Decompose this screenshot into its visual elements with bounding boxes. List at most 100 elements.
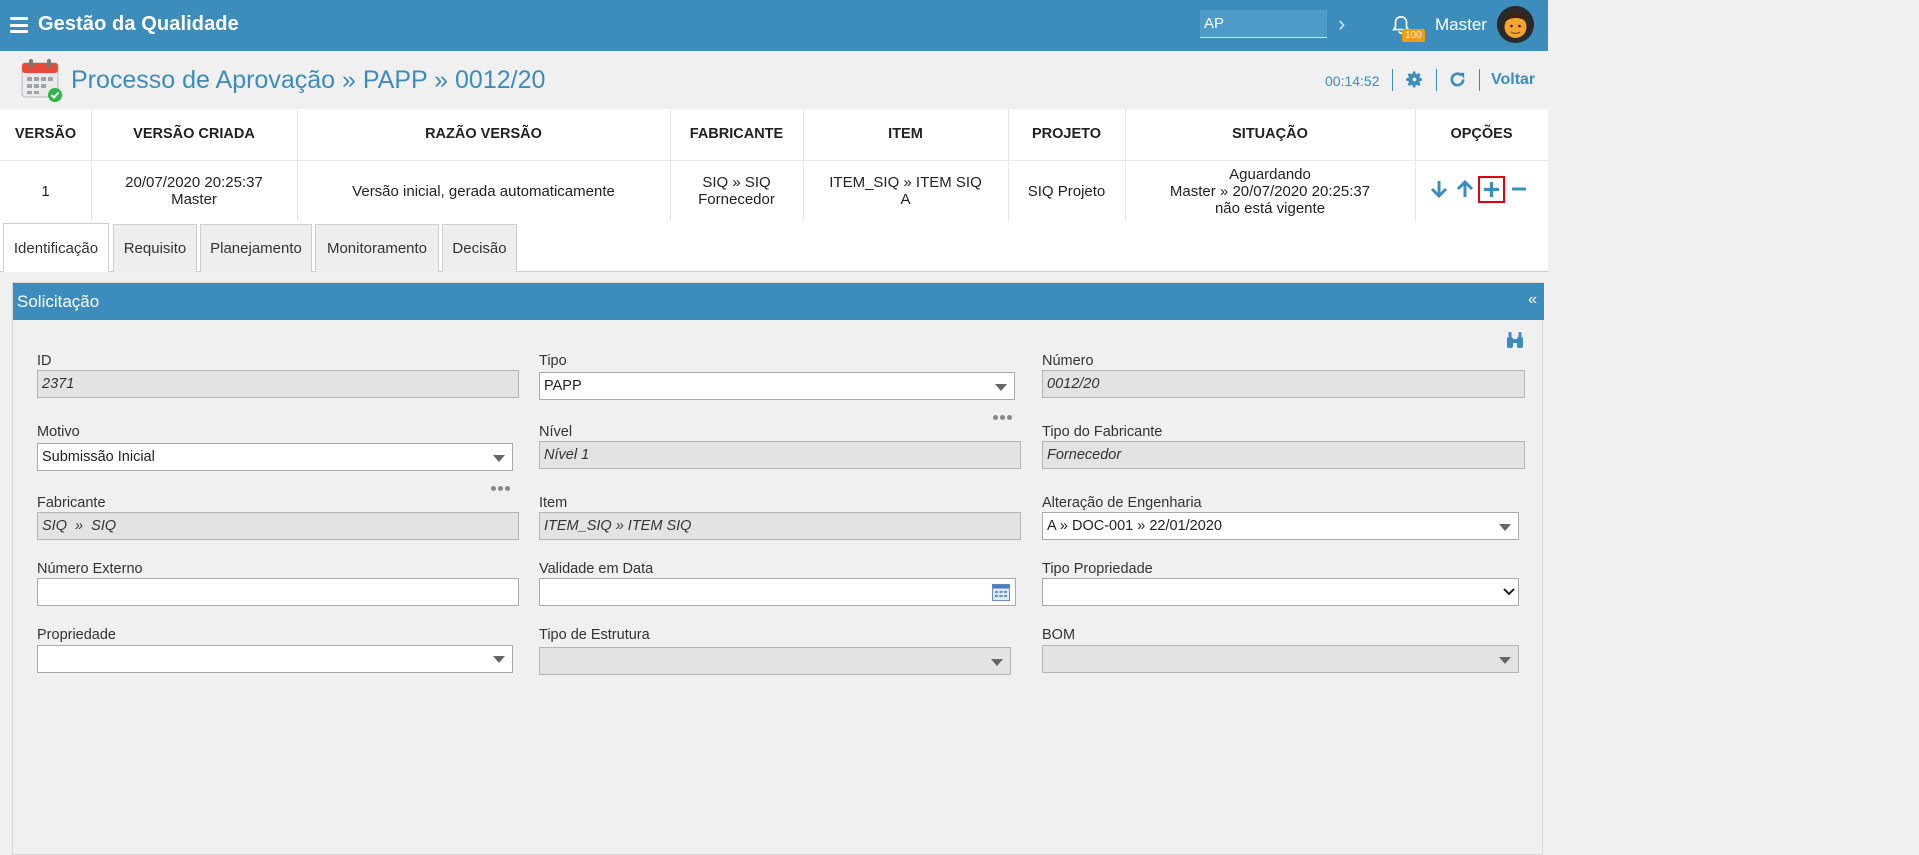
menu-icon[interactable] xyxy=(10,17,28,33)
divider xyxy=(1436,69,1437,91)
tipo-propriedade-select[interactable] xyxy=(1042,578,1519,606)
tab-requisito[interactable]: Requisito xyxy=(113,224,197,272)
chevron-down-icon xyxy=(1499,657,1511,664)
solicitacao-panel: Solicitação « ID 2371 Tipo PAPP Número 0… xyxy=(12,282,1544,855)
propriedade-select[interactable] xyxy=(37,645,513,673)
tab-decisao[interactable]: Decisão xyxy=(442,224,517,272)
refresh-icon[interactable] xyxy=(1448,70,1467,89)
motivo-select[interactable]: Submissão Inicial xyxy=(37,443,513,471)
field-label: BOM xyxy=(1042,627,1076,643)
avatar[interactable] xyxy=(1497,6,1534,43)
gear-icon[interactable] xyxy=(1405,70,1424,89)
chevron-down-icon xyxy=(493,656,505,663)
item-revision: A xyxy=(900,191,911,208)
chevron-down-icon xyxy=(1499,524,1511,531)
user-name[interactable]: Master xyxy=(1435,15,1487,35)
status-validity: não está vigente xyxy=(1214,199,1326,217)
arrow-up-icon[interactable] xyxy=(1454,178,1476,200)
nivel-field: Nível 1 xyxy=(539,441,1021,469)
item-field: ITEM_SIQ » ITEM SIQ xyxy=(539,512,1021,540)
chevron-down-icon xyxy=(1503,588,1515,596)
chevron-down-icon xyxy=(493,455,505,462)
manufacturer-type: Fornecedor xyxy=(698,191,775,208)
column-header-options: OPÇÕES xyxy=(1450,126,1513,142)
item-name: ITEM_SIQ » ITEM SIQ xyxy=(829,174,982,191)
field-label: Alteração de Engenharia xyxy=(1042,495,1202,511)
field-label: Tipo de Estrutura xyxy=(539,627,650,643)
table-cell-manufacturer: SIQ » SIQ Fornecedor xyxy=(670,161,803,221)
table-cell-status: Aguardando Master » 20/07/2020 20:25:37 … xyxy=(1125,161,1415,221)
binoculars-icon[interactable] xyxy=(1505,331,1525,349)
field-label: ID xyxy=(37,353,52,369)
id-field: 2371 xyxy=(37,370,519,398)
table-cell-created: 20/07/2020 20:25:37 Master xyxy=(91,161,297,221)
versions-table: VERSÃO VERSÃO CRIADA RAZÃO VERSÃO FABRIC… xyxy=(0,109,1548,221)
page-header: Processo de Aprovação » PAPP » 0012/20 0… xyxy=(0,51,1548,109)
tipo-select[interactable]: PAPP xyxy=(539,372,1015,400)
field-label: Propriedade xyxy=(37,627,116,643)
validade-date-input[interactable] xyxy=(539,578,1016,606)
session-timer: 00:14:52 xyxy=(1325,73,1380,89)
app-window: Gestão da Qualidade › 100 Master xyxy=(0,0,1548,855)
fabricante-field: SIQ » SIQ xyxy=(37,512,519,540)
created-date: 20/07/2020 20:25:37 xyxy=(125,174,263,191)
bom-select[interactable] xyxy=(1042,645,1519,673)
table-cell-project: SIQ Projeto xyxy=(1027,182,1106,200)
table-cell-version: 1 xyxy=(41,182,50,200)
field-label: Tipo do Fabricante xyxy=(1042,424,1163,440)
field-label: Número Externo xyxy=(37,561,143,577)
column-header-status[interactable]: SITUAÇÃO xyxy=(1125,109,1415,160)
quick-search-input[interactable] xyxy=(1200,10,1327,38)
top-navbar: Gestão da Qualidade › 100 Master xyxy=(0,0,1548,51)
panel-header: Solicitação « xyxy=(13,283,1544,320)
status-detail: Master » 20/07/2020 20:25:37 xyxy=(1169,182,1371,200)
table-cell-reason: Versão inicial, gerada automaticamente xyxy=(352,182,615,200)
numero-externo-input[interactable] xyxy=(37,578,519,606)
add-version-button[interactable] xyxy=(1478,176,1505,203)
more-options-icon[interactable] xyxy=(993,407,1015,420)
arrow-down-icon[interactable] xyxy=(1428,178,1450,200)
manufacturer-name: SIQ » SIQ xyxy=(702,174,771,191)
chevron-down-icon xyxy=(995,384,1007,391)
notification-badge: 100 xyxy=(1402,29,1425,42)
app-title: Gestão da Qualidade xyxy=(38,13,239,35)
field-label: Item xyxy=(539,495,568,511)
field-label: Motivo xyxy=(37,424,80,440)
chevron-right-icon[interactable]: › xyxy=(1338,11,1345,37)
column-header-item[interactable]: ITEM xyxy=(803,109,1008,160)
tab-planejamento[interactable]: Planejamento xyxy=(200,224,312,272)
page-title: Processo de Aprovação » PAPP » 0012/20 xyxy=(71,66,546,94)
field-label: Tipo xyxy=(539,353,567,369)
alteracao-engenharia-select[interactable]: A » DOC-001 » 22/01/2020 xyxy=(1042,512,1519,540)
calendar-icon[interactable] xyxy=(992,584,1010,601)
chevron-down-icon xyxy=(991,659,1003,666)
back-link[interactable]: Voltar xyxy=(1491,71,1535,89)
divider xyxy=(1415,109,1416,221)
column-header-manufacturer[interactable]: FABRICANTE xyxy=(670,109,803,160)
numero-field: 0012/20 xyxy=(1042,370,1525,398)
panel-title: Solicitação xyxy=(17,292,100,311)
more-options-icon[interactable] xyxy=(491,478,513,491)
field-label: Fabricante xyxy=(37,495,106,511)
tipo-estrutura-select[interactable] xyxy=(539,647,1011,675)
column-header-project[interactable]: PROJETO xyxy=(1008,109,1125,160)
status-text: Aguardando xyxy=(1229,165,1311,183)
field-label: Número xyxy=(1042,353,1094,369)
column-header-created[interactable]: VERSÃO CRIADA xyxy=(91,109,297,160)
field-label: Nível xyxy=(539,424,573,440)
tab-identificacao[interactable]: Identificação xyxy=(3,223,109,272)
column-header-version[interactable]: VERSÃO xyxy=(0,109,91,160)
created-by: Master xyxy=(171,191,217,208)
field-label: Tipo Propriedade xyxy=(1042,561,1153,577)
tipo-fabricante-field: Fornecedor xyxy=(1042,441,1525,469)
tab-monitoramento[interactable]: Monitoramento xyxy=(315,224,439,272)
column-header-reason[interactable]: RAZÃO VERSÃO xyxy=(297,109,670,160)
tab-bar: Identificação Requisito Planejamento Mon… xyxy=(0,221,1548,272)
table-cell-item: ITEM_SIQ » ITEM SIQ A xyxy=(803,161,1008,221)
minus-icon[interactable] xyxy=(1508,178,1530,200)
calendar-approved-icon xyxy=(21,59,62,102)
divider xyxy=(1392,69,1393,91)
field-label: Validade em Data xyxy=(539,561,654,577)
divider xyxy=(1479,69,1480,91)
collapse-button[interactable]: « xyxy=(1528,291,1537,309)
